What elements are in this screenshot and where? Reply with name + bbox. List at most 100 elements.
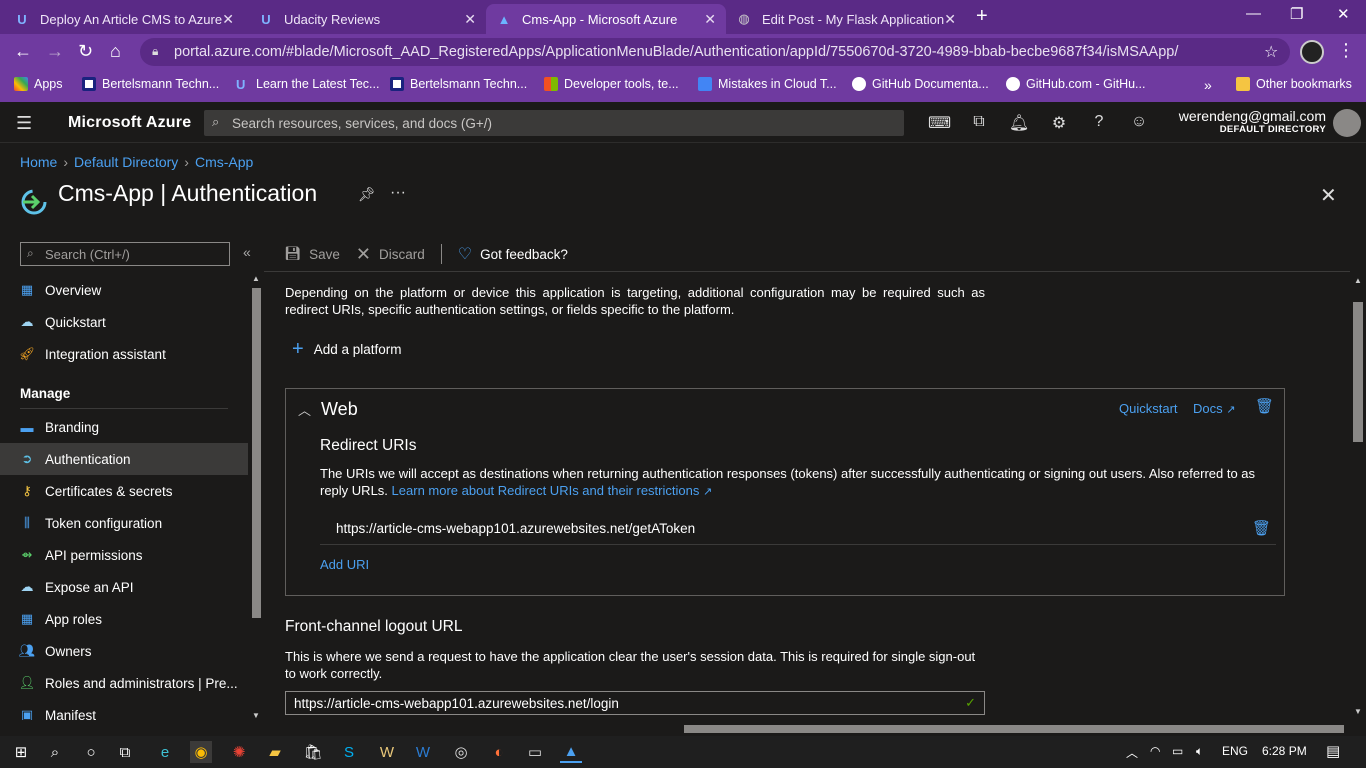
firefox-icon[interactable]: ◐: [488, 741, 510, 763]
help-icon[interactable]: ?: [1088, 113, 1110, 131]
close-blade-icon[interactable]: ✕: [1320, 183, 1337, 208]
url-input[interactable]: 🔒︎ portal.azure.com/#blade/Microsoft_AAD…: [140, 38, 1290, 66]
save-button[interactable]: 💾︎ Save: [284, 246, 340, 262]
sidebar-item-app-roles[interactable]: ▦ App roles: [0, 603, 248, 635]
battery-icon[interactable]: ▭: [1172, 744, 1183, 758]
bookmark-item[interactable]: Developer tools, te...: [544, 77, 679, 91]
sidebar-item-token-configuration[interactable]: ⫼ Token configuration: [0, 507, 248, 539]
pin-icon[interactable]: 📌︎: [358, 186, 376, 203]
forward-icon[interactable]: →: [46, 41, 64, 62]
web-section-header[interactable]: ︿ Web: [298, 399, 358, 420]
close-window-icon[interactable]: ✕: [1337, 5, 1350, 23]
breadcrumb-cms-app[interactable]: Cms-App: [195, 154, 253, 170]
bookmarks-overflow-button[interactable]: »: [1204, 77, 1212, 93]
bookmark-item[interactable]: GitHub Documenta...: [852, 77, 989, 91]
minimize-icon[interactable]: —: [1246, 5, 1261, 22]
hamburger-menu-icon[interactable]: ☰: [16, 113, 32, 134]
reload-icon[interactable]: ↻: [78, 41, 93, 62]
add-platform-button[interactable]: + Add a platform: [292, 338, 401, 361]
user-avatar[interactable]: [1333, 109, 1361, 137]
azure-brand[interactable]: Microsoft Azure: [68, 114, 191, 132]
redirect-uri-value[interactable]: https://article-cms-webapp101.azurewebsi…: [336, 521, 695, 536]
wifi-icon[interactable]: ◠: [1150, 744, 1160, 758]
docs-link[interactable]: Docs ↗: [1193, 401, 1235, 416]
back-icon[interactable]: ←: [14, 41, 32, 62]
bookmark-star-icon[interactable]: ☆: [1264, 42, 1278, 62]
main-vertical-scrollbar[interactable]: ▲ ▼: [1350, 272, 1366, 720]
other-bookmarks[interactable]: Other bookmarks: [1236, 77, 1352, 91]
sidebar-item-overview[interactable]: ▦ Overview: [0, 274, 248, 306]
scroll-down-arrow-icon[interactable]: ▼: [1354, 707, 1362, 716]
task-view-icon[interactable]: ⧉: [114, 741, 136, 763]
scroll-up-arrow-icon[interactable]: ▲: [1354, 276, 1362, 285]
browser-tab-deploy[interactable]: U Deploy An Article CMS to Azure ✕: [4, 4, 244, 34]
close-tab-icon[interactable]: ✕: [704, 11, 716, 28]
sidebar-item-api-permissions[interactable]: ⇴ API permissions: [0, 539, 248, 571]
browser-tab-flask[interactable]: ◍ Edit Post - My Flask Application ✕: [726, 4, 966, 34]
sidebar-item-roles-admins[interactable]: 👤︎ Roles and administrators | Pre...: [0, 667, 248, 699]
main-horizontal-scrollbar[interactable]: [264, 722, 1350, 736]
app-icon[interactable]: ◎: [450, 741, 472, 763]
delete-platform-trash-icon[interactable]: 🗑︎: [1255, 397, 1274, 415]
close-tab-icon[interactable]: ✕: [464, 11, 476, 28]
settings-gear-icon[interactable]: ⚙: [1048, 113, 1070, 133]
close-tab-icon[interactable]: ✕: [222, 11, 234, 28]
sidebar-scroll-thumb[interactable]: [252, 288, 261, 618]
discard-button[interactable]: ✕ Discard: [356, 244, 425, 265]
restore-icon[interactable]: ❐: [1290, 5, 1303, 23]
redirect-uris-learn-more-link[interactable]: Learn more about Redirect URIs and their…: [392, 483, 713, 498]
terminal-icon[interactable]: ▭: [524, 741, 546, 763]
skype-icon[interactable]: S: [338, 741, 360, 763]
sidebar-item-quickstart[interactable]: ☁ Quickstart: [0, 306, 248, 338]
cortana-icon[interactable]: ○: [80, 741, 102, 763]
language-indicator[interactable]: ENG: [1222, 744, 1248, 758]
sidebar-item-authentication[interactable]: ➲ Authentication: [0, 443, 248, 475]
profile-avatar[interactable]: [1300, 40, 1324, 64]
sidebar-item-owners[interactable]: 👥︎ Owners: [0, 635, 248, 667]
close-tab-icon[interactable]: ✕: [944, 11, 956, 28]
file-explorer-icon[interactable]: ▰: [264, 741, 286, 763]
bookmark-item[interactable]: Bertelsmann Techn...: [82, 77, 219, 91]
search-icon[interactable]: ⌕: [44, 741, 66, 763]
add-uri-link[interactable]: Add URI: [320, 557, 369, 572]
front-channel-logout-url-input[interactable]: https://article-cms-webapp101.azurewebsi…: [285, 691, 985, 715]
notifications-bell-icon[interactable]: 🔔︎: [1008, 113, 1030, 133]
sidebar-search-input[interactable]: ⌕ Search (Ctrl+/): [20, 242, 230, 266]
browser-tab-azure[interactable]: ▲ Cms-App - Microsoft Azure ✕: [486, 4, 726, 34]
bookmark-item[interactable]: U Learn the Latest Tec...: [236, 77, 379, 92]
volume-icon[interactable]: 🔈︎: [1196, 744, 1203, 759]
more-options-icon[interactable]: ···: [390, 184, 406, 202]
sidebar-scrollbar[interactable]: ▲ ▼: [249, 274, 264, 720]
cloud-shell-icon[interactable]: ⌨: [928, 113, 951, 133]
chrome-icon[interactable]: ◉: [190, 741, 212, 763]
action-center-icon[interactable]: ▤: [1326, 742, 1340, 760]
breadcrumb-default-directory[interactable]: Default Directory: [74, 154, 178, 170]
quickstart-link[interactable]: Quickstart: [1119, 401, 1178, 416]
clock[interactable]: 6:28 PM: [1262, 744, 1307, 758]
sidebar-item-certificates[interactable]: ⚷ Certificates & secrets: [0, 475, 248, 507]
breadcrumb-home[interactable]: Home: [20, 154, 57, 170]
word-icon[interactable]: W: [412, 741, 434, 763]
bookmark-item[interactable]: Mistakes in Cloud T...: [698, 77, 837, 91]
sidebar-item-manifest[interactable]: ▣ Manifest: [0, 699, 248, 720]
scroll-down-arrow-icon[interactable]: ▼: [252, 711, 260, 720]
windows-start-icon[interactable]: ⊞: [10, 741, 32, 763]
browser-tab-udacity[interactable]: U Udacity Reviews ✕: [248, 4, 486, 34]
bookmark-item[interactable]: Bertelsmann Techn...: [390, 77, 527, 91]
delete-uri-trash-icon[interactable]: 🗑︎: [1252, 519, 1271, 537]
edge-icon[interactable]: e: [154, 741, 176, 763]
sidebar-item-branding[interactable]: ▬ Branding: [0, 411, 248, 443]
user-account[interactable]: werendeng@gmail.com DEFAULT DIRECTORY: [1179, 108, 1326, 135]
bookmark-item[interactable]: GitHub.com - GitHu...: [1006, 77, 1145, 91]
bookmark-apps[interactable]: Apps: [14, 77, 63, 91]
horizontal-scroll-thumb[interactable]: [684, 725, 1344, 733]
new-tab-button[interactable]: +: [976, 5, 988, 28]
notebook-icon[interactable]: W: [376, 741, 398, 763]
tray-chevron-up-icon[interactable]: ︿: [1126, 744, 1138, 761]
photos-icon[interactable]: ▲: [560, 741, 582, 763]
home-icon[interactable]: ⌂: [110, 41, 121, 62]
sidebar-item-expose-api[interactable]: ☁ Expose an API: [0, 571, 248, 603]
main-scroll-thumb[interactable]: [1353, 302, 1363, 442]
sidebar-item-integration-assistant[interactable]: 🚀︎ Integration assistant: [0, 338, 248, 370]
collapse-sidebar-icon[interactable]: «: [243, 244, 251, 260]
